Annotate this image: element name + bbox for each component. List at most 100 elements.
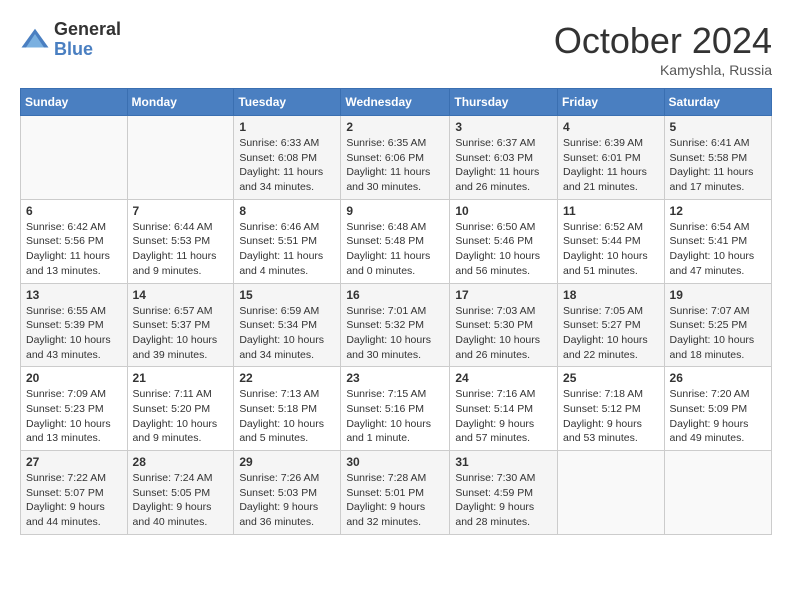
- calendar-cell: 29 Sunrise: 7:26 AMSunset: 5:03 PMDayligh…: [234, 451, 341, 535]
- weekday-header-saturday: Saturday: [664, 89, 771, 116]
- calendar-cell: 30 Sunrise: 7:28 AMSunset: 5:01 PMDayligh…: [341, 451, 450, 535]
- day-number: 23: [346, 371, 444, 385]
- weekday-header-monday: Monday: [127, 89, 234, 116]
- week-row-3: 13 Sunrise: 6:55 AMSunset: 5:39 PMDayligh…: [21, 283, 772, 367]
- day-number: 18: [563, 288, 659, 302]
- calendar-cell: 23 Sunrise: 7:15 AMSunset: 5:16 PMDayligh…: [341, 367, 450, 451]
- calendar-cell: 5 Sunrise: 6:41 AMSunset: 5:58 PMDaylight…: [664, 116, 771, 200]
- day-info: Sunrise: 7:15 AMSunset: 5:16 PMDaylight:…: [346, 387, 444, 446]
- calendar-cell: 1Sunrise: 6:33 AMSunset: 6:08 PMDaylight…: [234, 116, 341, 200]
- day-info: Sunrise: 6:57 AMSunset: 5:37 PMDaylight:…: [133, 304, 229, 363]
- month-title: October 2024: [554, 20, 772, 62]
- day-info: Sunrise: 7:28 AMSunset: 5:01 PMDaylight:…: [346, 471, 444, 530]
- day-info: Sunrise: 6:37 AMSunset: 6:03 PMDaylight:…: [455, 136, 552, 195]
- calendar-cell: 19 Sunrise: 7:07 AMSunset: 5:25 PMDayligh…: [664, 283, 771, 367]
- calendar-cell: 26 Sunrise: 7:20 AMSunset: 5:09 PMDayligh…: [664, 367, 771, 451]
- day-number: 1: [239, 120, 335, 134]
- title-section: October 2024 Kamyshla, Russia: [554, 20, 772, 78]
- day-number: 29: [239, 455, 335, 469]
- day-number: 4: [563, 120, 659, 134]
- day-info: Sunrise: 6:59 AMSunset: 5:34 PMDaylight:…: [239, 304, 335, 363]
- calendar-cell: 14 Sunrise: 6:57 AMSunset: 5:37 PMDayligh…: [127, 283, 234, 367]
- day-info: Sunrise: 7:11 AMSunset: 5:20 PMDaylight:…: [133, 387, 229, 446]
- calendar-cell: 17Sunrise: 7:03 AMSunset: 5:30 PMDayligh…: [450, 283, 558, 367]
- day-info: Sunrise: 6:55 AMSunset: 5:39 PMDaylight:…: [26, 304, 122, 363]
- day-info: Sunrise: 6:42 AMSunset: 5:56 PMDaylight:…: [26, 220, 122, 279]
- calendar-cell: 3Sunrise: 6:37 AMSunset: 6:03 PMDaylight…: [450, 116, 558, 200]
- day-info: Sunrise: 7:20 AMSunset: 5:09 PMDaylight:…: [670, 387, 766, 446]
- day-info: Sunrise: 7:13 AMSunset: 5:18 PMDaylight:…: [239, 387, 335, 446]
- calendar-cell: 10Sunrise: 6:50 AMSunset: 5:46 PMDayligh…: [450, 199, 558, 283]
- day-number: 19: [670, 288, 766, 302]
- day-info: Sunrise: 7:01 AMSunset: 5:32 PMDaylight:…: [346, 304, 444, 363]
- weekday-header-friday: Friday: [558, 89, 665, 116]
- day-info: Sunrise: 6:54 AMSunset: 5:41 PMDaylight:…: [670, 220, 766, 279]
- day-info: Sunrise: 7:22 AMSunset: 5:07 PMDaylight:…: [26, 471, 122, 530]
- calendar-cell: [664, 451, 771, 535]
- day-number: 26: [670, 371, 766, 385]
- calendar-cell: 8Sunrise: 6:46 AMSunset: 5:51 PMDaylight…: [234, 199, 341, 283]
- week-row-2: 6 Sunrise: 6:42 AMSunset: 5:56 PMDaylight…: [21, 199, 772, 283]
- calendar-cell: 25 Sunrise: 7:18 AMSunset: 5:12 PMDayligh…: [558, 367, 665, 451]
- calendar-cell: 13 Sunrise: 6:55 AMSunset: 5:39 PMDayligh…: [21, 283, 128, 367]
- day-number: 14: [133, 288, 229, 302]
- day-number: 16: [346, 288, 444, 302]
- day-info: Sunrise: 6:48 AMSunset: 5:48 PMDaylight:…: [346, 220, 444, 279]
- calendar-cell: 28 Sunrise: 7:24 AMSunset: 5:05 PMDayligh…: [127, 451, 234, 535]
- day-info: Sunrise: 7:30 AMSunset: 4:59 PMDaylight:…: [455, 471, 552, 530]
- day-number: 11: [563, 204, 659, 218]
- page-header: General Blue October 2024 Kamyshla, Russ…: [20, 20, 772, 78]
- day-info: Sunrise: 6:44 AMSunset: 5:53 PMDaylight:…: [133, 220, 229, 279]
- day-number: 5: [670, 120, 766, 134]
- location: Kamyshla, Russia: [554, 62, 772, 78]
- day-number: 17: [455, 288, 552, 302]
- day-number: 21: [133, 371, 229, 385]
- day-number: 6: [26, 204, 122, 218]
- calendar-cell: 11 Sunrise: 6:52 AMSunset: 5:44 PMDayligh…: [558, 199, 665, 283]
- day-number: 30: [346, 455, 444, 469]
- week-row-1: 1Sunrise: 6:33 AMSunset: 6:08 PMDaylight…: [21, 116, 772, 200]
- day-info: Sunrise: 7:24 AMSunset: 5:05 PMDaylight:…: [133, 471, 229, 530]
- day-number: 20: [26, 371, 122, 385]
- calendar-cell: 21 Sunrise: 7:11 AMSunset: 5:20 PMDayligh…: [127, 367, 234, 451]
- calendar-cell: 6 Sunrise: 6:42 AMSunset: 5:56 PMDaylight…: [21, 199, 128, 283]
- day-info: Sunrise: 7:18 AMSunset: 5:12 PMDaylight:…: [563, 387, 659, 446]
- day-info: Sunrise: 7:05 AMSunset: 5:27 PMDaylight:…: [563, 304, 659, 363]
- weekday-header-tuesday: Tuesday: [234, 89, 341, 116]
- calendar-cell: [127, 116, 234, 200]
- day-number: 27: [26, 455, 122, 469]
- calendar-cell: 20 Sunrise: 7:09 AMSunset: 5:23 PMDayligh…: [21, 367, 128, 451]
- day-info: Sunrise: 7:09 AMSunset: 5:23 PMDaylight:…: [26, 387, 122, 446]
- calendar-cell: [558, 451, 665, 535]
- day-info: Sunrise: 6:35 AMSunset: 6:06 PMDaylight:…: [346, 136, 444, 195]
- weekday-header-sunday: Sunday: [21, 89, 128, 116]
- calendar-cell: 18 Sunrise: 7:05 AMSunset: 5:27 PMDayligh…: [558, 283, 665, 367]
- day-info: Sunrise: 7:07 AMSunset: 5:25 PMDaylight:…: [670, 304, 766, 363]
- day-number: 12: [670, 204, 766, 218]
- logo-blue: Blue: [54, 40, 121, 60]
- day-info: Sunrise: 7:26 AMSunset: 5:03 PMDaylight:…: [239, 471, 335, 530]
- week-row-4: 20 Sunrise: 7:09 AMSunset: 5:23 PMDayligh…: [21, 367, 772, 451]
- calendar-cell: 27 Sunrise: 7:22 AMSunset: 5:07 PMDayligh…: [21, 451, 128, 535]
- day-number: 25: [563, 371, 659, 385]
- day-info: Sunrise: 6:50 AMSunset: 5:46 PMDaylight:…: [455, 220, 552, 279]
- day-number: 9: [346, 204, 444, 218]
- day-info: Sunrise: 6:52 AMSunset: 5:44 PMDaylight:…: [563, 220, 659, 279]
- day-number: 24: [455, 371, 552, 385]
- logo-general: General: [54, 20, 121, 40]
- calendar-cell: 4Sunrise: 6:39 AMSunset: 6:01 PMDaylight…: [558, 116, 665, 200]
- day-number: 28: [133, 455, 229, 469]
- day-number: 2: [346, 120, 444, 134]
- week-row-5: 27 Sunrise: 7:22 AMSunset: 5:07 PMDayligh…: [21, 451, 772, 535]
- day-info: Sunrise: 6:41 AMSunset: 5:58 PMDaylight:…: [670, 136, 766, 195]
- calendar-cell: 2 Sunrise: 6:35 AMSunset: 6:06 PMDaylight…: [341, 116, 450, 200]
- day-info: Sunrise: 6:46 AMSunset: 5:51 PMDaylight:…: [239, 220, 335, 279]
- calendar-cell: 16 Sunrise: 7:01 AMSunset: 5:32 PMDayligh…: [341, 283, 450, 367]
- calendar-cell: 7 Sunrise: 6:44 AMSunset: 5:53 PMDaylight…: [127, 199, 234, 283]
- day-number: 22: [239, 371, 335, 385]
- day-number: 7: [133, 204, 229, 218]
- calendar-cell: 12 Sunrise: 6:54 AMSunset: 5:41 PMDayligh…: [664, 199, 771, 283]
- calendar-cell: 15Sunrise: 6:59 AMSunset: 5:34 PMDayligh…: [234, 283, 341, 367]
- calendar-table: SundayMondayTuesdayWednesdayThursdayFrid…: [20, 88, 772, 535]
- day-number: 13: [26, 288, 122, 302]
